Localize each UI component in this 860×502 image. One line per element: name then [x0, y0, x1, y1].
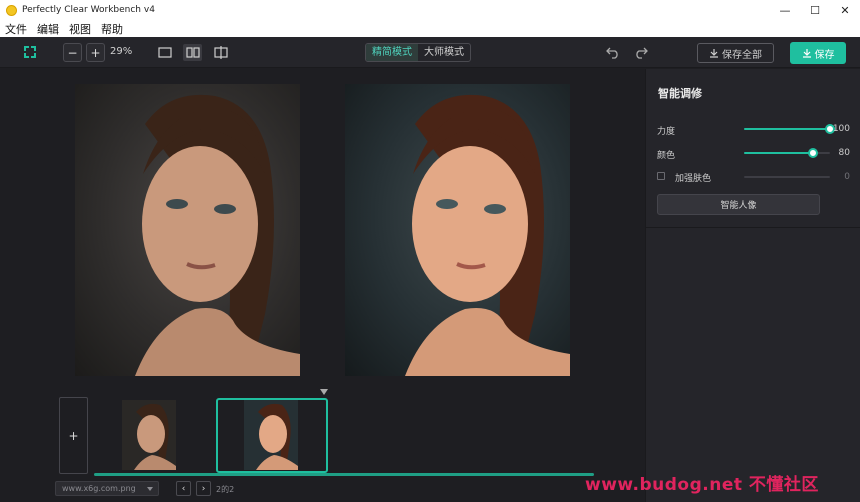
app-logo-icon: [24, 46, 36, 58]
filmstrip-scrollbar[interactable]: [94, 473, 594, 476]
menu-help[interactable]: 帮助: [101, 21, 123, 37]
save-label: 保存: [814, 49, 835, 61]
strength-slider-fill: [744, 128, 830, 130]
close-button[interactable]: ✕: [830, 0, 860, 20]
color-slider-thumb[interactable]: [807, 148, 818, 158]
chevron-down-icon: [147, 487, 153, 491]
tab-master-mode[interactable]: 大师模式: [418, 44, 470, 61]
adjustment-panel: 智能调修 力度 100 颜色 80 加强肤色 0 智能人像: [645, 69, 860, 502]
menu-edit[interactable]: 编辑: [37, 21, 59, 37]
thumbnail-1[interactable]: [94, 398, 206, 473]
redo-icon[interactable]: [634, 45, 648, 59]
side-by-side-view-button[interactable]: [183, 44, 202, 61]
watermark-text: www.budog.net 不懂社区: [585, 475, 819, 495]
save-all-button[interactable]: 保存全部: [697, 43, 774, 63]
thumbnail-2-image: [244, 400, 298, 470]
app-icon: [6, 4, 17, 16]
portrait-before-image: [135, 94, 300, 376]
color-slider-fill: [744, 152, 813, 154]
menu-file[interactable]: 文件: [5, 21, 27, 37]
image-canvas: [0, 69, 645, 389]
current-position-marker: [320, 389, 328, 395]
single-view-button[interactable]: [155, 44, 174, 61]
strength-label: 力度: [657, 127, 676, 137]
color-slider-row: 颜色 80: [657, 146, 852, 161]
minimize-button[interactable]: —: [770, 0, 800, 20]
maximize-button[interactable]: ☐: [800, 0, 830, 20]
mode-toggle: 精简模式 大师模式: [365, 43, 471, 62]
menu-view[interactable]: 视图: [69, 21, 91, 37]
strength-slider[interactable]: [744, 124, 835, 134]
skin-tone-label: 加强肤色: [675, 174, 712, 184]
file-name-value: www.x6g.com.png: [62, 484, 136, 493]
thumbnail-1-image: [122, 400, 176, 470]
single-view-icon: [157, 47, 172, 58]
zoom-out-button[interactable]: −: [63, 43, 82, 62]
skin-tone-checkbox[interactable]: [657, 172, 665, 180]
color-label: 颜色: [657, 151, 676, 161]
original-photo[interactable]: [75, 84, 300, 376]
download-icon: [802, 49, 811, 58]
undo-icon[interactable]: [606, 45, 620, 59]
smart-portrait-button[interactable]: 智能人像: [657, 194, 820, 215]
panel-divider: [646, 227, 860, 228]
file-name-select[interactable]: www.x6g.com.png: [55, 481, 159, 496]
toolbar: − + 29% 精简模式 大师模式 保存全部 保存: [0, 37, 860, 68]
save-all-label: 保存全部: [722, 49, 762, 61]
menu-bar: 文件 编辑 视图 帮助: [0, 20, 860, 37]
page-indicator: 2的2: [216, 485, 235, 494]
window-controls: — ☐ ✕: [770, 0, 860, 20]
color-slider[interactable]: [744, 148, 830, 158]
portrait-after-image: [405, 94, 570, 376]
skin-tone-row: 加强肤色 0: [657, 170, 852, 184]
color-value: 80: [838, 148, 850, 158]
prev-image-button[interactable]: ‹: [176, 481, 191, 496]
skin-tone-value: 0: [844, 172, 850, 182]
tab-simple-mode[interactable]: 精简模式: [366, 44, 418, 61]
download-icon: [710, 49, 718, 58]
add-image-button[interactable]: +: [59, 397, 88, 474]
split-view-button[interactable]: [211, 44, 230, 61]
skin-tone-slider: [744, 176, 830, 178]
zoom-in-button[interactable]: +: [86, 43, 105, 62]
filmstrip: + www.x6g.com.png ‹ › 2的2: [0, 389, 645, 502]
side-by-side-icon: [185, 47, 200, 58]
strength-value: 100: [832, 124, 850, 134]
enhanced-photo[interactable]: [345, 84, 570, 376]
window-title: Perfectly Clear Workbench v4: [22, 5, 155, 15]
title-bar: Perfectly Clear Workbench v4 — ☐ ✕: [0, 0, 860, 20]
zoom-value: 29%: [110, 46, 133, 57]
save-button[interactable]: 保存: [790, 42, 846, 64]
split-view-icon: [213, 46, 228, 59]
panel-title: 智能调修: [658, 87, 702, 100]
thumbnail-2-selected[interactable]: [216, 398, 328, 473]
next-image-button[interactable]: ›: [196, 481, 211, 496]
strength-slider-row: 力度 100: [657, 122, 852, 137]
